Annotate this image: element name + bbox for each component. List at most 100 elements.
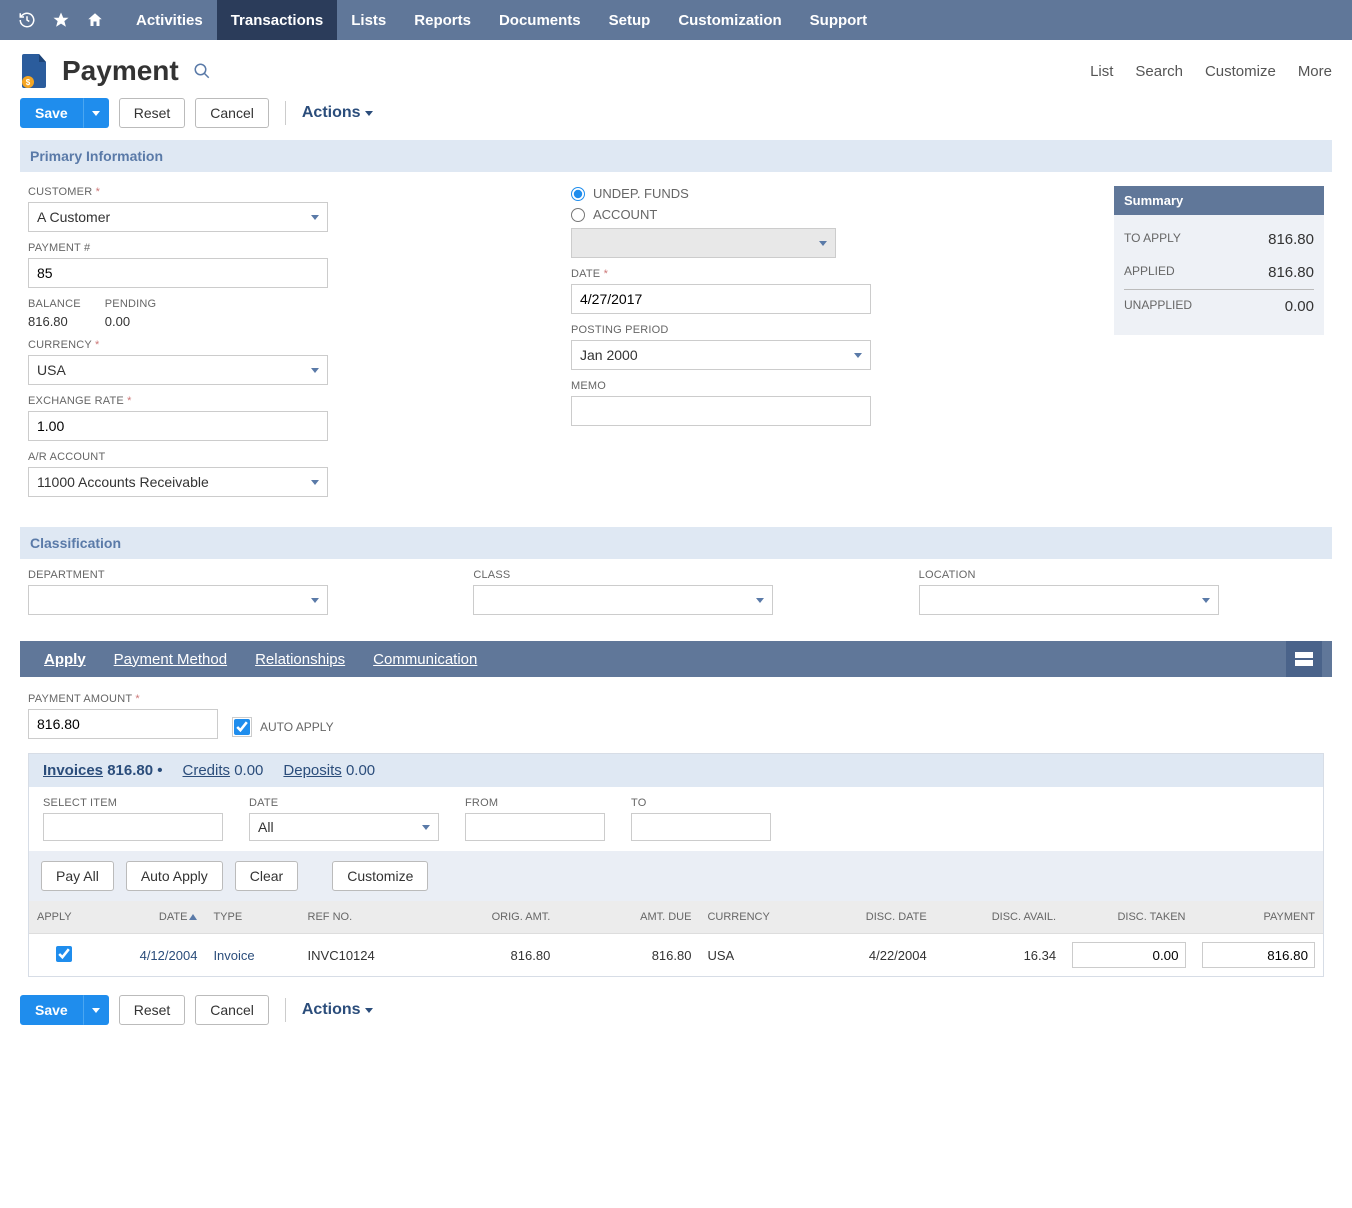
nav-reports[interactable]: Reports [400,0,485,40]
auto-apply-checkbox[interactable] [234,719,250,735]
filter-date-select[interactable]: All [249,813,439,841]
invoices-grid: APPLY DATE TYPE REF NO. ORIG. AMT. AMT. … [29,901,1323,976]
nav-customization[interactable]: Customization [664,0,795,40]
save-button[interactable]: Save [20,98,83,128]
undep-funds-label: UNDEP. FUNDS [593,186,689,201]
ar-label: A/R ACCOUNT [28,451,531,463]
summary-box: Summary TO APPLY816.80 APPLIED816.80 UNA… [1114,186,1324,335]
pending-value: 0.00 [105,314,157,329]
col-date[interactable]: DATE [100,901,206,934]
row-date[interactable]: 4/12/2004 [140,948,198,963]
nav-transactions[interactable]: Transactions [217,0,338,40]
row-amt-due: 816.80 [558,934,699,977]
subtab-relationships[interactable]: Relationships [241,651,359,668]
col-apply[interactable]: APPLY [29,901,100,934]
save-dropdown[interactable] [83,98,109,128]
exrate-input[interactable] [28,411,328,441]
memo-input[interactable] [571,396,871,426]
filter-date-label: DATE [249,797,439,809]
save-button-group-bottom: Save [20,995,109,1025]
filter-from-input[interactable] [465,813,605,841]
class-label: CLASS [473,569,878,581]
customize-button[interactable]: Customize [332,861,428,891]
inner-tab-deposits[interactable]: Deposits 0.00 [283,762,375,779]
subtab-communication[interactable]: Communication [359,651,491,668]
cancel-button[interactable]: Cancel [195,98,269,128]
exrate-label: EXCHANGE RATE [28,395,531,407]
col-disc-date[interactable]: DISC. DATE [817,901,935,934]
sort-asc-icon [189,914,197,920]
reset-button-bottom[interactable]: Reset [119,995,186,1025]
account-radio[interactable] [571,208,585,222]
link-search[interactable]: Search [1135,63,1183,80]
row-apply-checkbox[interactable] [56,946,72,962]
reset-button[interactable]: Reset [119,98,186,128]
select-item-input[interactable] [43,813,223,841]
link-list[interactable]: List [1090,63,1113,80]
inner-tab-invoices[interactable]: Invoices 816.80 [43,762,163,779]
row-payment-input[interactable] [1202,942,1316,968]
clear-button[interactable]: Clear [235,861,298,891]
customer-select[interactable]: A Customer [28,202,328,232]
nav-documents[interactable]: Documents [485,0,595,40]
col-disc-avail[interactable]: DISC. AVAIL. [935,901,1064,934]
filter-to-input[interactable] [631,813,771,841]
subtab-payment-method[interactable]: Payment Method [100,651,241,668]
col-currency[interactable]: CURRENCY [699,901,817,934]
applied-label: APPLIED [1124,264,1175,281]
row-orig-amt: 816.80 [417,934,558,977]
actions-menu[interactable]: Actions [302,104,373,122]
save-dropdown-bottom[interactable] [83,995,109,1025]
auto-apply-button[interactable]: Auto Apply [126,861,223,891]
col-disc-taken[interactable]: DISC. TAKEN [1064,901,1193,934]
payment-amount-label: PAYMENT AMOUNT [28,693,218,705]
actions-menu-bottom[interactable]: Actions [302,1001,373,1019]
page-links: List Search Customize More [1090,63,1332,80]
date-label: DATE [571,268,1074,280]
subtabs-layout-icon[interactable] [1286,641,1322,677]
col-refno[interactable]: REF NO. [300,901,418,934]
title-search-icon[interactable] [193,62,211,80]
section-primary-info: Primary Information [20,140,1332,172]
row-type[interactable]: Invoice [213,948,254,963]
class-select[interactable] [473,585,773,615]
row-currency: USA [699,934,817,977]
history-icon[interactable] [12,5,42,35]
nav-support[interactable]: Support [796,0,882,40]
cancel-button-bottom[interactable]: Cancel [195,995,269,1025]
home-icon[interactable] [80,5,110,35]
nav-lists[interactable]: Lists [337,0,400,40]
undep-funds-radio[interactable] [571,187,585,201]
subtabs: Apply Payment Method Relationships Commu… [20,641,1332,677]
subtab-apply[interactable]: Apply [30,651,100,668]
link-customize[interactable]: Customize [1205,63,1276,80]
date-input[interactable] [571,284,871,314]
location-select[interactable] [919,585,1219,615]
save-button-bottom[interactable]: Save [20,995,83,1025]
payment-doc-icon: $ [20,54,48,88]
inner-tab-credits[interactable]: Credits 0.00 [183,762,264,779]
col-orig-amt[interactable]: ORIG. AMT. [417,901,558,934]
star-icon[interactable] [46,5,76,35]
col-amt-due[interactable]: AMT. DUE [558,901,699,934]
grid-button-row: Pay All Auto Apply Clear Customize [29,851,1323,901]
nav-activities[interactable]: Activities [122,0,217,40]
department-select[interactable] [28,585,328,615]
ar-select[interactable]: 11000 Accounts Receivable [28,467,328,497]
link-more[interactable]: More [1298,63,1332,80]
row-disc-taken-input[interactable] [1072,942,1185,968]
primary-info-form: CUSTOMER A Customer PAYMENT # BALANCE816… [0,172,1352,527]
col-payment[interactable]: PAYMENT [1194,901,1324,934]
account-select[interactable] [571,228,836,258]
currency-select[interactable]: USA [28,355,328,385]
paymentno-input[interactable] [28,258,328,288]
pay-all-button[interactable]: Pay All [41,861,114,891]
posting-select[interactable]: Jan 2000 [571,340,871,370]
payment-amount-input[interactable] [28,709,218,739]
col-type[interactable]: TYPE [205,901,299,934]
nav-setup[interactable]: Setup [595,0,665,40]
filter-row: SELECT ITEM DATEAll FROM TO [29,787,1323,851]
posting-label: POSTING PERIOD [571,324,1074,336]
divider [285,101,286,125]
select-item-label: SELECT ITEM [43,797,223,809]
